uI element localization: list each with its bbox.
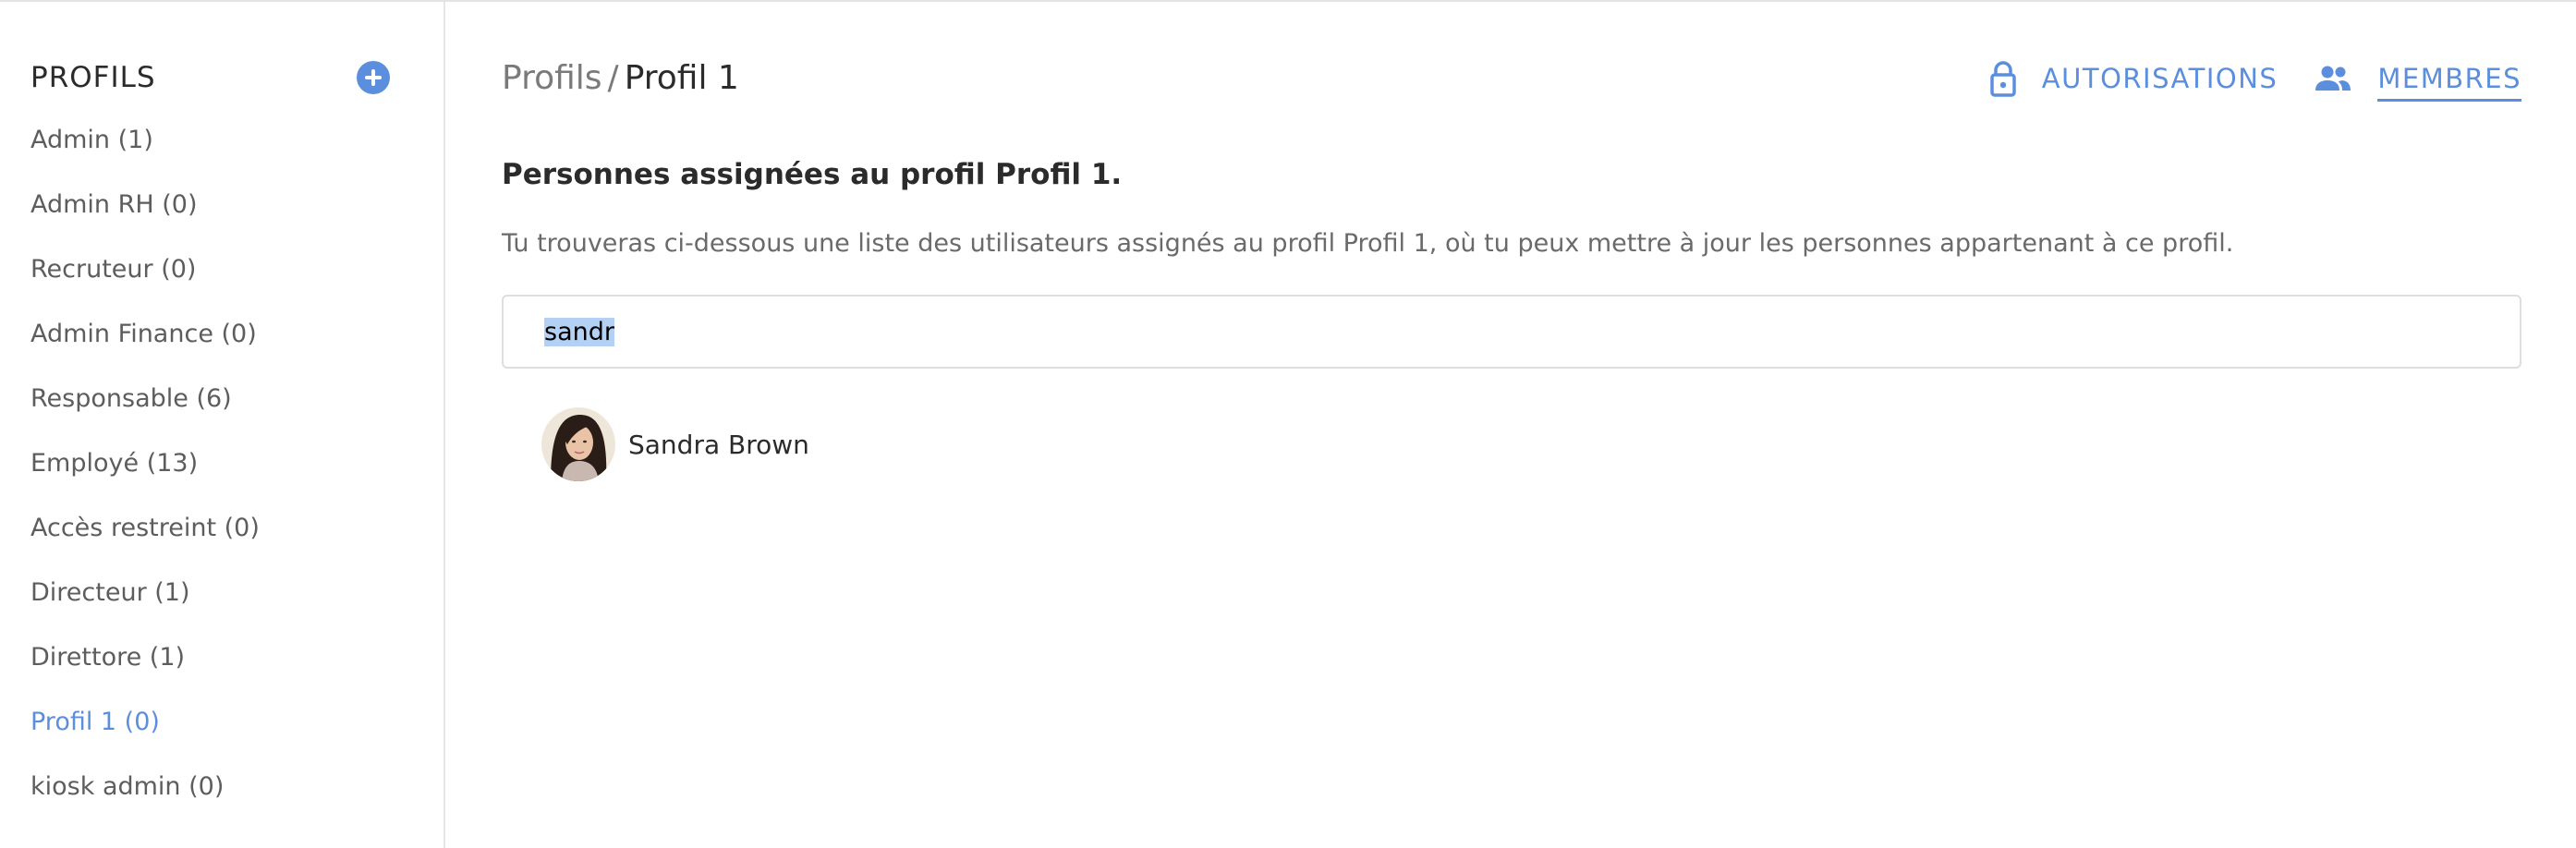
profile-item-employe[interactable]: Employé (13) [30,438,260,503]
tab-autorisations-label: AUTORISATIONS [2041,63,2278,94]
member-search-box [502,295,2521,369]
profile-list: Admin (1) Admin RH (0) Recruteur (0) Adm… [30,115,260,826]
profile-item-acces-restreint[interactable]: Accès restreint (0) [30,503,260,567]
profile-item-directeur[interactable]: Directeur (1) [30,567,260,632]
tab-autorisations[interactable]: AUTORISATIONS [1990,55,2278,102]
profile-item-recruteur[interactable]: Recruteur (0) [30,244,260,309]
breadcrumb-profils-link[interactable]: Profils [502,59,602,97]
profile-item-profil-1[interactable]: Profil 1 (0) [30,697,260,761]
profile-item-responsable[interactable]: Responsable (6) [30,373,260,438]
sidebar-title: PROFILS [30,61,156,94]
add-profile-button[interactable] [357,61,390,94]
lock-icon [1990,60,2016,97]
profile-item-admin[interactable]: Admin (1) [30,115,260,179]
tab-membres[interactable]: MEMBRES [2315,55,2521,102]
member-name: Sandra Brown [628,429,809,460]
profile-item-admin-finance[interactable]: Admin Finance (0) [30,309,260,373]
member-search-input[interactable] [544,313,1099,350]
profiles-sidebar: PROFILS Admin (1) Admin RH (0) Recruteur… [0,2,445,848]
people-icon [2315,66,2351,91]
main-panel: Profils / Profil 1 AUTORISATIONS MEMBRES… [502,2,2521,848]
breadcrumb-separator: / [607,59,619,97]
profile-item-admin-rh[interactable]: Admin RH (0) [30,179,260,244]
section-title: Personnes assignées au profil Profil 1. [502,158,1123,191]
breadcrumb-current: Profil 1 [624,59,739,97]
sidebar-header: PROFILS [30,57,390,98]
user-avatar [541,407,615,481]
profile-item-kiosk-admin[interactable]: kiosk admin (0) [30,761,260,826]
profile-tabs: AUTORISATIONS MEMBRES [1990,55,2521,107]
profile-item-direttore[interactable]: Direttore (1) [30,632,260,697]
breadcrumb: Profils / Profil 1 [502,55,739,102]
member-row[interactable]: Sandra Brown [541,407,809,481]
tab-membres-label: MEMBRES [2377,55,2521,102]
section-description: Tu trouveras ci-dessous une liste des ut… [502,229,2234,258]
